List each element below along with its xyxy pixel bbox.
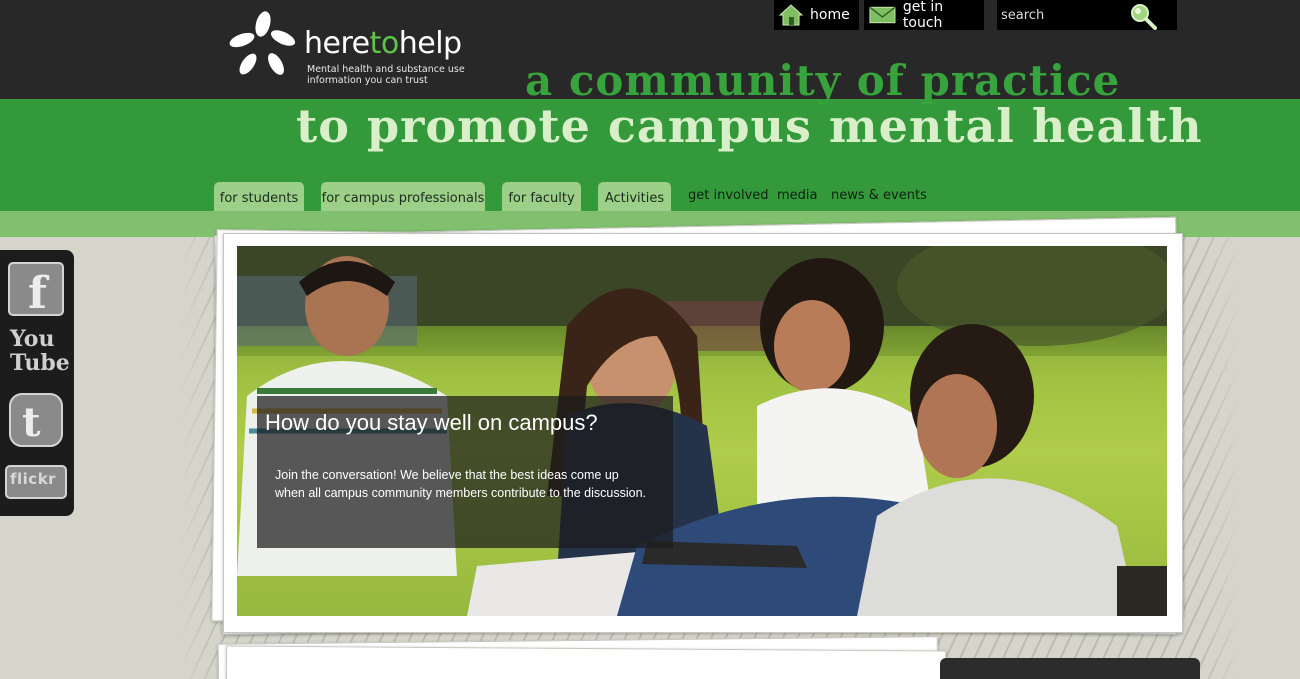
home-label: home [810, 7, 850, 23]
search-button[interactable] [1127, 1, 1161, 31]
bottom-paper-front [225, 645, 947, 679]
heretohelp-logo[interactable]: heretohelp Mental health and substance u… [228, 10, 488, 90]
flickr-label: flickr [10, 470, 57, 488]
twitter-letter: t [22, 399, 41, 446]
twitter-icon: t [9, 393, 63, 447]
facebook-letter: f [28, 268, 50, 318]
tab-activities[interactable]: Activities [598, 182, 671, 211]
nav-get-involved[interactable]: get involved [688, 188, 769, 203]
facebook-link[interactable]: f [6, 260, 66, 319]
tab-for-faculty[interactable]: for faculty [502, 182, 581, 211]
twitter-link[interactable]: t [6, 390, 66, 450]
tagline-line-2: information you can trust [307, 75, 428, 86]
nav-media[interactable]: media [777, 188, 818, 203]
logo-tagline: Mental health and substance use informat… [307, 64, 487, 86]
logo-wordmark: heretohelp [304, 26, 462, 61]
magnifier-icon [1131, 4, 1157, 30]
slogan-line-2: to promote campus mental health [296, 99, 1203, 153]
youtube-link[interactable]: You Tube [6, 326, 70, 384]
search-box [997, 0, 1177, 30]
search-input[interactable] [1001, 4, 1121, 26]
envelope-icon [869, 6, 896, 24]
home-icon [778, 4, 804, 26]
facebook-icon: f [8, 262, 64, 319]
hero-body: Join the conversation! We believe that t… [275, 468, 646, 500]
nav-news-events[interactable]: news & events [831, 188, 927, 203]
get-in-touch-label: get in touch [902, 0, 944, 31]
youtube-line-2: Tube [10, 350, 70, 376]
home-link[interactable]: home [774, 0, 859, 30]
youtube-line-1: You [10, 326, 55, 352]
get-in-touch-link[interactable]: get in touch [864, 0, 984, 31]
hero-caption: How do you stay well on campus? Join the… [257, 396, 673, 548]
slogan-line-1: a community of practice [525, 56, 1121, 105]
dark-side-panel [940, 658, 1200, 679]
logo-flower-icon [229, 11, 296, 75]
tab-for-campus-professionals[interactable]: for campus professionals [321, 182, 485, 211]
tab-for-students[interactable]: for students [214, 182, 304, 211]
flickr-link[interactable]: flickr [5, 462, 67, 502]
hero-photo[interactable]: How do you stay well on campus? Join the… [237, 246, 1167, 616]
social-sidebar: f You Tube t flickr [0, 250, 74, 516]
tagline-line-1: Mental health and substance use [307, 64, 465, 75]
hero-title: How do you stay well on campus? [265, 410, 598, 435]
